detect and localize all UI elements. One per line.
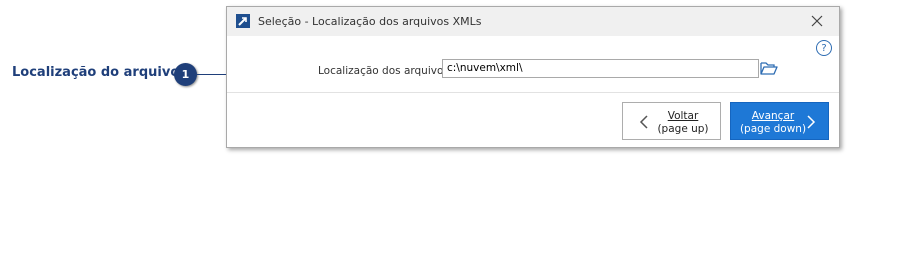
callout-label: Localização do arquivo: [12, 65, 180, 80]
close-button[interactable]: [805, 10, 829, 32]
next-button-label-main: Avançar: [751, 110, 795, 122]
close-icon: [811, 15, 823, 27]
path-input[interactable]: c:\nuvem\xml\: [442, 59, 759, 78]
callout-badge: 1: [174, 63, 197, 86]
back-button-label: Voltar (page up): [655, 110, 711, 136]
browse-folder-button[interactable]: [759, 59, 779, 77]
back-button-shortcut: (page up): [657, 123, 709, 135]
next-button-label: Avançar (page down): [737, 110, 809, 136]
back-button[interactable]: Voltar (page up): [622, 102, 721, 140]
app-icon: [236, 14, 250, 28]
next-button-shortcut: (page down): [739, 123, 807, 135]
next-button[interactable]: Avançar (page down): [730, 102, 829, 140]
back-button-label-main: Voltar: [667, 110, 699, 122]
selection-dialog: Seleção - Localização dos arquivos XMLs …: [226, 6, 840, 148]
footer-separator: [227, 92, 839, 93]
chevron-left-icon: [639, 115, 648, 129]
chevron-right-icon: [807, 115, 816, 129]
window-title: Seleção - Localização dos arquivos XMLs: [258, 15, 482, 28]
help-icon[interactable]: ?: [816, 40, 832, 56]
title-bar[interactable]: Seleção - Localização dos arquivos XMLs: [227, 7, 839, 36]
folder-open-icon: [760, 62, 778, 75]
path-field-label: Localização dos arquivos: [318, 65, 449, 77]
